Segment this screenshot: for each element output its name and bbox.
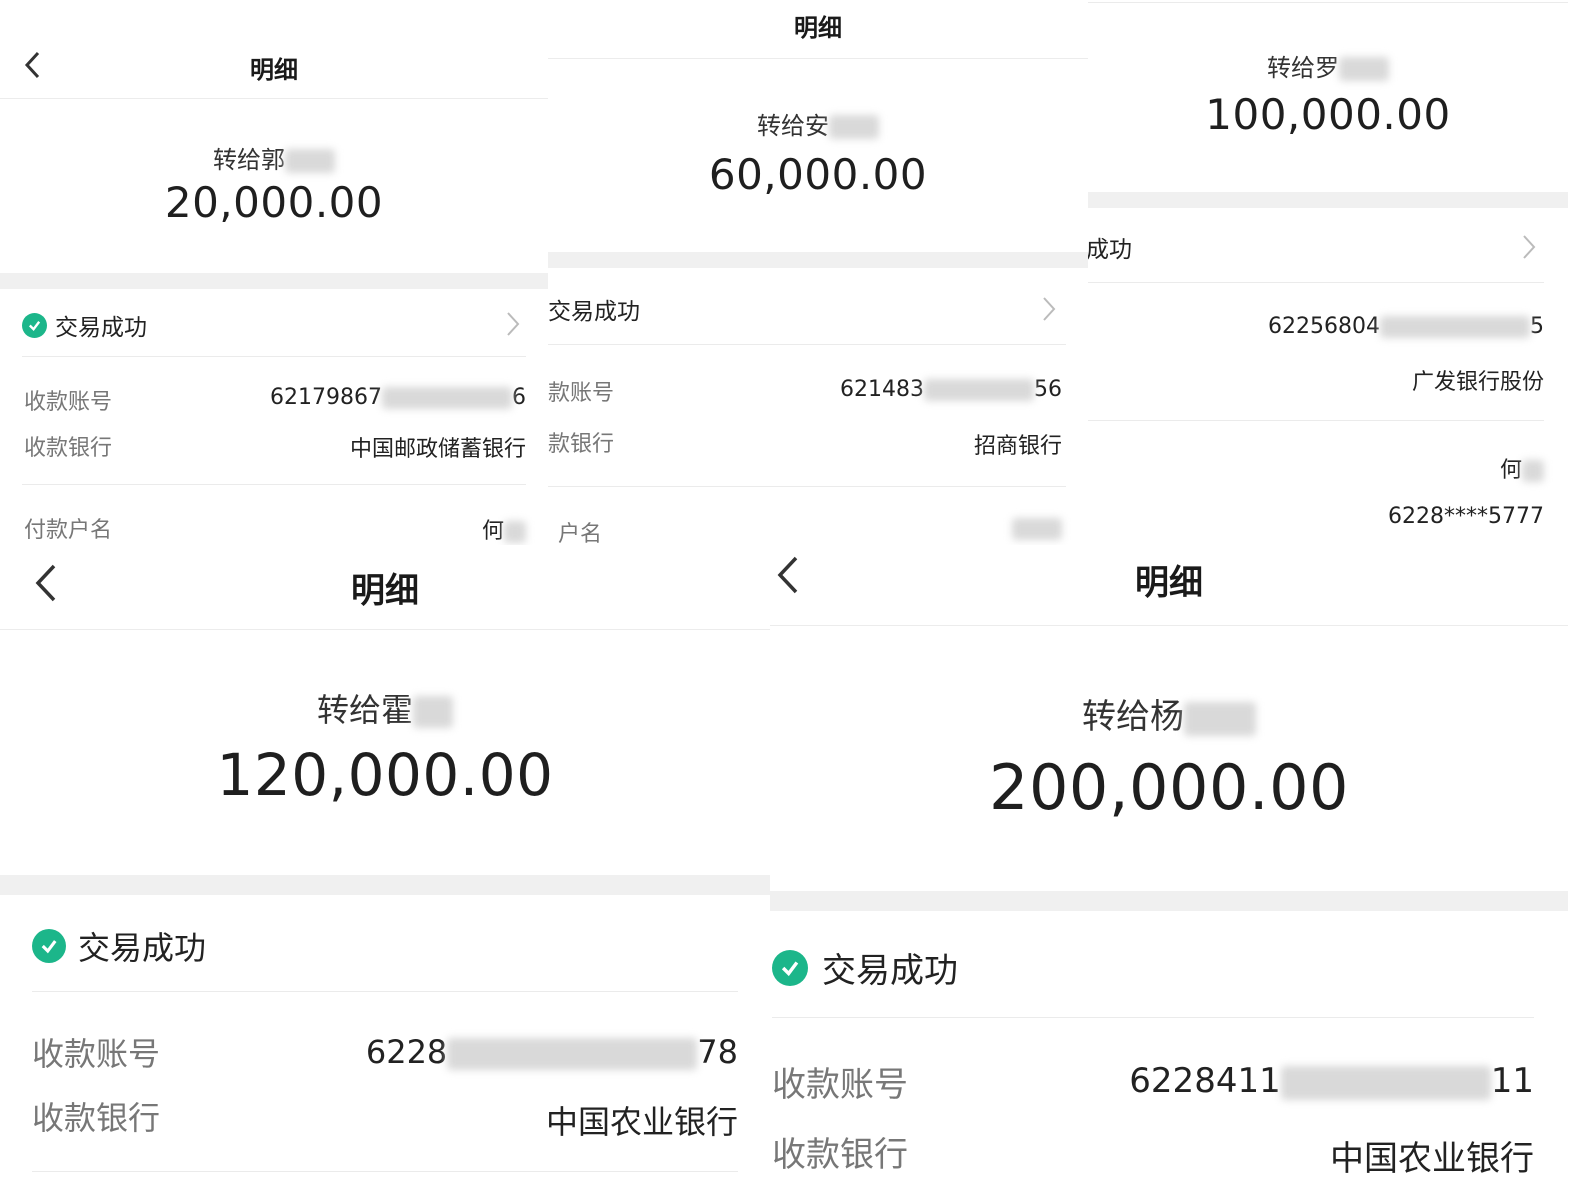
detail-panel-5: 明细 转给杨 200,000.00 交易成功 收款账号 6228411 11 收款… <box>770 545 1568 1200</box>
status-row[interactable]: 交易成功 <box>32 923 206 969</box>
amount: 20,000.00 <box>164 178 384 227</box>
amount: 120,000.00 <box>216 741 554 809</box>
status-text: 交易成功 <box>822 951 958 991</box>
detail-panel-3: 转给罗 100,000.00 成功 62256804 5 广发银行股份 何 622… <box>1088 0 1568 545</box>
bank-value: 招商银行 <box>973 434 1062 459</box>
status-row[interactable]: 交易成功 <box>548 292 640 326</box>
payer-value: 何 <box>482 513 526 545</box>
payer-label: 户名 <box>558 522 603 545</box>
amount: 100,000.00 <box>1205 90 1451 139</box>
recipient-label: 转给杨 <box>770 689 1568 738</box>
status-text: 交易成功 <box>78 929 207 967</box>
bank-label: 收款银行 <box>772 1135 908 1175</box>
detail-panel-4: 明细 转给霍 120,000.00 交易成功 收款账号 6228 78 收款银行 … <box>0 545 770 1200</box>
recipient-label: 转给罗 <box>1088 48 1568 83</box>
chevron-right-icon[interactable] <box>506 311 520 341</box>
payer-account-value: 6228****5777 <box>1388 504 1544 529</box>
account-value: 62179867 6 <box>270 385 526 410</box>
bank-value: 中国农业银行 <box>545 1103 738 1141</box>
check-circle-icon <box>22 312 47 338</box>
recipient-label: 转给安 <box>548 106 1088 141</box>
status-text: 成功 <box>1088 237 1132 263</box>
status-row[interactable]: 交易成功 <box>772 943 958 992</box>
status-text: 交易成功 <box>548 299 640 325</box>
bank-label: 收款银行 <box>24 436 113 461</box>
check-circle-icon <box>772 949 808 986</box>
bank-label: 款银行 <box>548 432 615 457</box>
payer-label: 付款户名 <box>24 518 113 543</box>
nav-bar: 明细 <box>0 0 548 99</box>
amount: 60,000.00 <box>708 150 928 199</box>
recipient-label: 转给霍 <box>0 685 770 731</box>
chevron-right-icon[interactable] <box>1522 234 1536 264</box>
chevron-right-icon[interactable] <box>1042 296 1056 326</box>
bank-value: 广发银行股份 <box>1411 370 1544 395</box>
bank-label: 收款银行 <box>32 1099 161 1137</box>
page-title: 明细 <box>250 56 298 84</box>
bank-value: 中国邮政储蓄银行 <box>349 437 526 462</box>
account-label: 收款账号 <box>24 390 113 415</box>
bank-value: 中国农业银行 <box>1330 1139 1534 1179</box>
check-circle-icon <box>32 929 66 963</box>
detail-panel-1: 明细 转给郭 20,000.00 交易成功 收款账号 62179867 6 收款银… <box>0 0 548 545</box>
account-label: 款账号 <box>548 381 615 406</box>
amount: 200,000.00 <box>989 751 1349 824</box>
recipient-label: 转给郭 <box>0 140 548 175</box>
account-label: 收款账号 <box>32 1035 161 1073</box>
status-row[interactable]: 成功 <box>1088 230 1132 264</box>
detail-panel-2: 明细 转给安 60,000.00 交易成功 款账号 621483 56 款银行 招… <box>548 0 1088 545</box>
page-title: 明细 <box>351 571 419 611</box>
account-value: 62256804 5 <box>1268 314 1544 339</box>
account-label: 收款账号 <box>772 1065 908 1105</box>
status-row[interactable]: 交易成功 <box>22 308 147 342</box>
account-value: 621483 56 <box>840 377 1062 402</box>
page-title: 明细 <box>1135 563 1203 603</box>
account-value: 6228 78 <box>365 1033 738 1071</box>
nav-bar: 明细 <box>0 545 770 630</box>
payer-value: 何 <box>1500 452 1544 484</box>
page-title: 明细 <box>794 14 842 42</box>
account-value: 6228411 11 <box>1129 1061 1534 1101</box>
nav-bar: 明细 <box>770 545 1568 626</box>
status-text: 交易成功 <box>55 315 147 341</box>
nav-bar: 明细 <box>548 0 1088 59</box>
